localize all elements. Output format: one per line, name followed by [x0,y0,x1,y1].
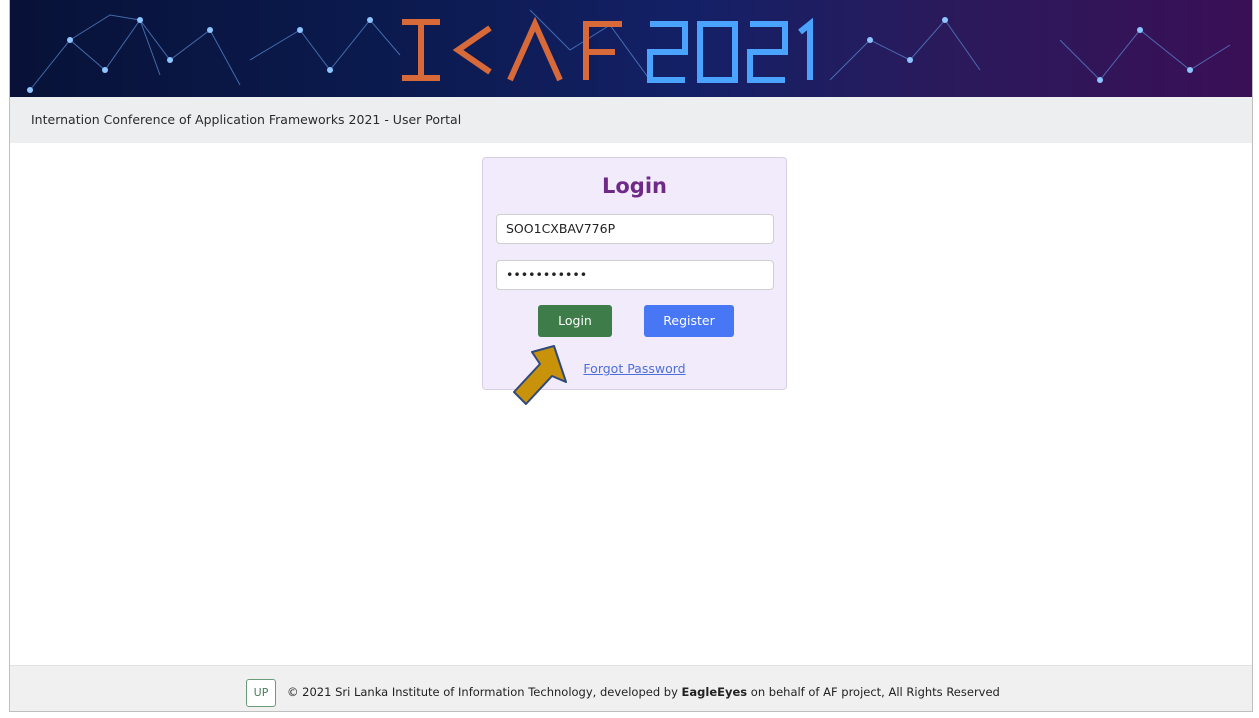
pointer-arrow-icon [513,345,567,405]
footer-text-start: © 2021 Sri Lanka Institute of Informatio… [287,685,682,699]
banner [10,0,1252,97]
password-input[interactable]: ••••••••••• [496,260,774,290]
up-badge: UP [246,679,276,707]
footer: UP © 2021 Sri Lanka Institute of Informa… [10,665,1252,711]
subheader-bar: Internation Conference of Application Fr… [10,97,1252,143]
register-button[interactable]: Register [644,305,734,337]
username-input[interactable]: SOO1CXBAV776P [496,214,774,244]
network-graphic [27,9,1231,93]
footer-brand: EagleEyes [681,685,748,699]
footer-copyright: © 2021 Sri Lanka Institute of Informatio… [287,685,1000,699]
login-button[interactable]: Login [538,305,612,337]
portal-title: Internation Conference of Application Fr… [31,112,462,127]
forgot-password-label[interactable]: Forgot Password [583,361,685,376]
app-frame: Internation Conference of Application Fr… [9,0,1253,712]
footer-text-end: on behalf of AF project, All Rights Rese… [747,685,1000,699]
login-title: Login [602,174,667,198]
logo-mark [402,16,622,82]
